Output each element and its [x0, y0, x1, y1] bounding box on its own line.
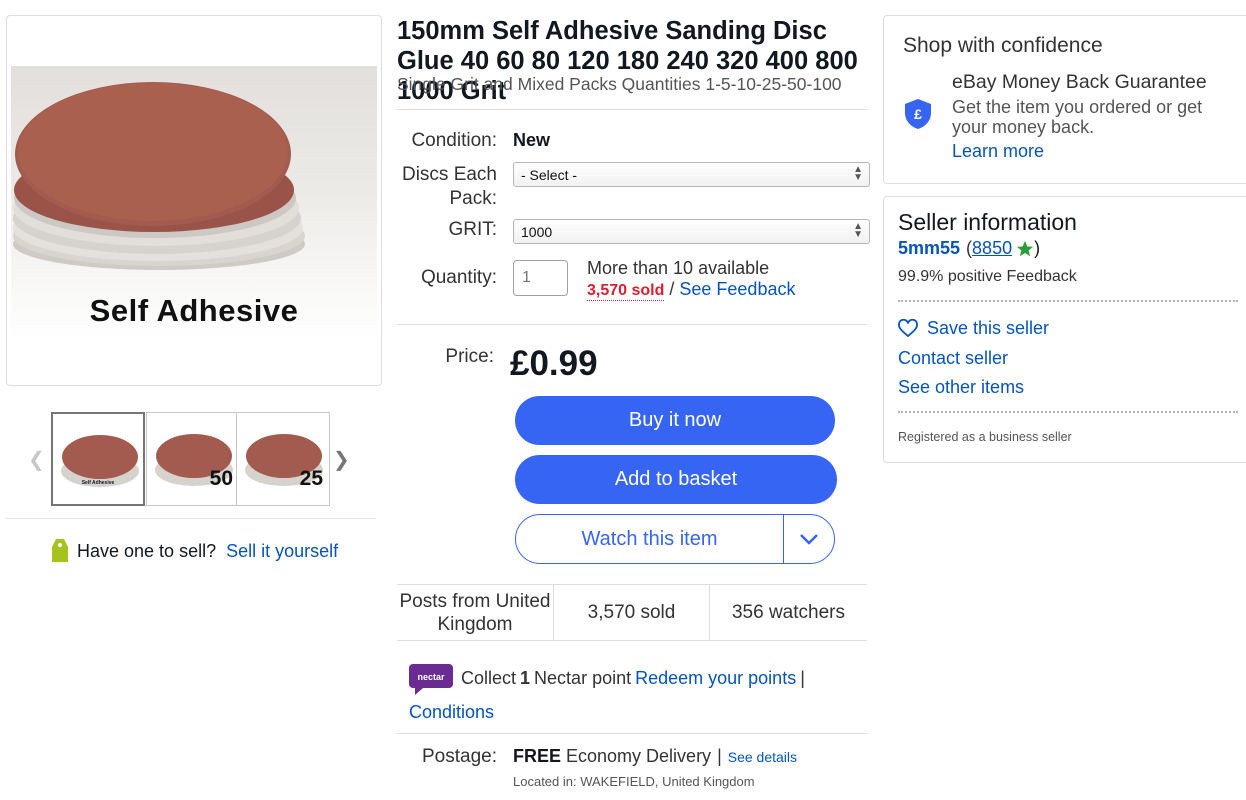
grit-select-value: 1000	[521, 224, 553, 240]
listing-subtitle: Single Grit and Mixed Packs Quantities 1…	[397, 74, 842, 94]
dotted-divider	[898, 300, 1238, 302]
divider	[397, 109, 867, 110]
main-product-photo[interactable]: Self Adhesive	[11, 66, 377, 341]
guarantee-description: Get the item you ordered or get your mon…	[952, 97, 1203, 137]
separator: |	[717, 746, 722, 766]
sold-count-link[interactable]: 3,570 sold	[587, 282, 665, 301]
sold-stat: 3,570 sold	[554, 585, 710, 640]
quantity-input[interactable]	[513, 260, 568, 296]
grit-select[interactable]: 1000 ▲ ▼	[513, 219, 870, 244]
save-seller-link[interactable]: Save this seller	[927, 318, 1049, 339]
guarantee-title: eBay Money Back Guarantee	[952, 71, 1207, 93]
thumbnail-3[interactable]: 25	[236, 412, 330, 506]
availability-text: More than 10 available	[587, 258, 770, 278]
sell-it-yourself-link[interactable]: Sell it yourself	[226, 541, 338, 562]
add-to-basket-button[interactable]: Add to basket	[515, 455, 837, 504]
sell-question: Have one to sell?	[77, 540, 217, 561]
watch-dropdown-button[interactable]	[784, 515, 834, 563]
thumbnail-tag: 25	[299, 467, 323, 490]
see-other-items-link[interactable]: See other items	[898, 377, 1024, 398]
item-location: Located in: WAKEFIELD, United Kingdom	[513, 774, 755, 789]
feedback-score-link[interactable]: 8850	[972, 238, 1012, 259]
chevron-down-icon	[800, 534, 818, 545]
separator: |	[800, 667, 805, 688]
nectar-collect-text: Collect	[461, 667, 517, 688]
nectar-point-text: Nectar point	[534, 667, 632, 688]
seller-information-panel: Seller information 5mm55 ( 8850 ) 99.9% …	[883, 196, 1246, 463]
nectar-row: nectar Collect 1 Nectar point Redeem you…	[409, 660, 805, 696]
save-seller-row[interactable]: Save this seller	[898, 318, 1049, 339]
select-arrows-icon: ▲ ▼	[853, 221, 863, 240]
confidence-title: Shop with confidence	[903, 34, 1103, 57]
watchers-stat: 356 watchers	[731, 602, 845, 623]
nectar-conditions-link[interactable]: Conditions	[409, 702, 494, 723]
thumbnail-strip: ❮ Self Adhesive 50 25 ❯	[28, 411, 358, 507]
see-feedback-link[interactable]: See Feedback	[679, 279, 795, 300]
price-value: £0.99	[510, 344, 598, 383]
seller-username-link[interactable]: 5mm55	[898, 238, 960, 259]
thumbnail-tag: 50	[209, 467, 233, 490]
thumbnail-caption: Self Adhesive	[81, 480, 115, 486]
listing-stats: Posts from United Kingdom 3,570 sold 356…	[397, 584, 867, 641]
seller-name-row: 5mm55 ( 8850 )	[898, 238, 1040, 259]
pack-select-value: - Select -	[521, 167, 578, 183]
pack-select[interactable]: - Select - ▲ ▼	[513, 162, 870, 187]
close-paren: )	[1034, 238, 1041, 258]
sold-feedback-line: 3,570 sold / See Feedback	[587, 279, 795, 301]
ships-from-stat: Posts from United Kingdom	[397, 585, 554, 640]
pack-label: Discs Each Pack:	[401, 164, 497, 209]
heart-icon	[898, 318, 918, 337]
dotted-divider	[898, 411, 1238, 413]
thumbnail-2[interactable]: 50	[146, 412, 240, 506]
positive-feedback: 99.9% positive Feedback	[898, 268, 1077, 285]
grit-label: GRIT:	[448, 219, 497, 240]
svg-text:£: £	[914, 106, 922, 122]
quantity-label: Quantity:	[420, 267, 497, 288]
shop-with-confidence-panel: Shop with confidence £ eBay Money Back G…	[883, 15, 1246, 184]
nectar-points-count: 1	[520, 667, 531, 688]
registered-business-text: Registered as a business seller	[898, 430, 1072, 444]
postage-service: Economy Delivery	[566, 746, 712, 766]
condition-value: New	[513, 130, 551, 150]
watch-item-control: Watch this item	[515, 514, 835, 564]
postage-free: FREE	[513, 746, 562, 766]
chevron-left-icon[interactable]: ❮	[28, 447, 45, 472]
see-postage-details-link[interactable]: See details	[728, 749, 797, 765]
divider	[397, 324, 867, 325]
redeem-points-link[interactable]: Redeem your points	[635, 668, 796, 689]
divider	[6, 518, 376, 519]
price-label: Price:	[445, 346, 494, 367]
photo-caption: Self Adhesive	[89, 293, 299, 328]
select-arrows-icon: ▲ ▼	[853, 164, 863, 183]
contact-seller-link[interactable]: Contact seller	[898, 348, 1008, 369]
sell-one-row: Have one to sell? Sell it yourself	[50, 538, 338, 564]
seller-info-title: Seller information	[898, 209, 1077, 235]
pound-shield-icon: £	[905, 99, 931, 129]
postage-line: FREE Economy Delivery | See details	[513, 746, 797, 767]
divider	[397, 733, 867, 734]
svg-text:nectar: nectar	[417, 672, 445, 682]
price-tag-icon	[52, 539, 68, 562]
separator: /	[669, 279, 675, 299]
feedback-star-icon	[1016, 240, 1034, 256]
condition-label: Condition:	[411, 130, 497, 151]
thumbnail-1[interactable]: Self Adhesive	[51, 412, 145, 506]
nectar-logo-icon: nectar	[409, 664, 453, 695]
chevron-right-icon[interactable]: ❯	[333, 447, 350, 472]
buy-it-now-button[interactable]: Buy it now	[515, 396, 835, 445]
watch-item-button[interactable]: Watch this item	[516, 515, 784, 563]
postage-label: Postage:	[422, 746, 497, 767]
learn-more-link[interactable]: Learn more	[952, 141, 1044, 162]
